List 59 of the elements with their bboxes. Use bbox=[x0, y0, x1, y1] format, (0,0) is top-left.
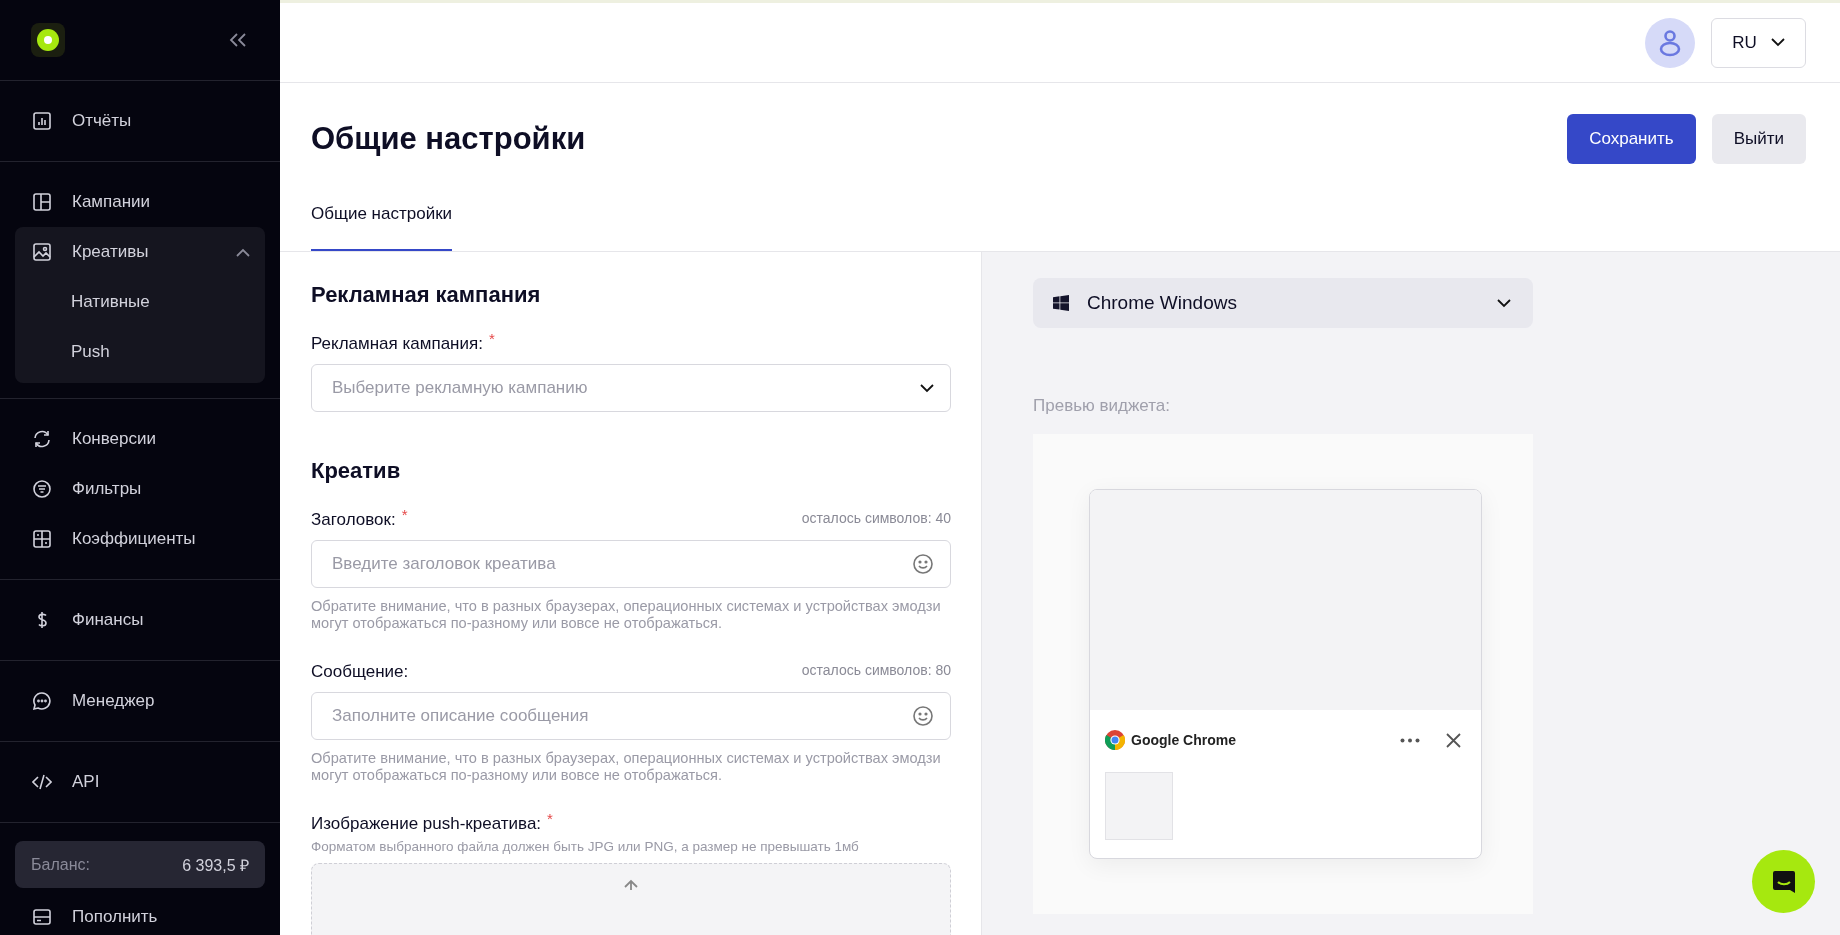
close-icon[interactable] bbox=[1446, 732, 1461, 748]
more-icon[interactable] bbox=[1400, 737, 1420, 743]
required-mark: * bbox=[547, 810, 553, 827]
character-counter: осталось символов: 80 bbox=[801, 662, 951, 678]
icon-placeholder bbox=[1105, 772, 1173, 840]
field-label: Изображение push-креатива: bbox=[311, 814, 542, 834]
chrome-icon bbox=[1105, 730, 1125, 750]
nav-item[interactable]: Креативы bbox=[15, 227, 265, 277]
field-hint: Обратите внимание, что в разных браузерах, операционных системах и устройствах эмодзи могут отображаться по-разному или вовсе не отображаться. bbox=[311, 598, 942, 632]
collapse-icon[interactable] bbox=[228, 32, 248, 48]
balance-label: Баланс: bbox=[31, 855, 90, 874]
refresh-icon bbox=[32, 429, 52, 449]
chevron-icon bbox=[1497, 298, 1511, 308]
emoji-icon[interactable] bbox=[912, 553, 934, 575]
avatar-icon[interactable] bbox=[1645, 17, 1695, 68]
nav-item[interactable]: Кампании bbox=[0, 177, 280, 227]
nav-item[interactable]: Фильтры bbox=[0, 464, 280, 514]
nav-subitem[interactable]: Push bbox=[15, 327, 265, 377]
field-label: Сообщение: bbox=[311, 662, 409, 682]
chevron-icon bbox=[920, 383, 934, 393]
grid-icon bbox=[32, 529, 52, 549]
chat-icon bbox=[32, 691, 52, 711]
nav-item[interactable]: Отчёты bbox=[0, 96, 280, 146]
field-label: Заголовок: bbox=[311, 510, 396, 530]
nav-subitem[interactable]: Нативные bbox=[15, 277, 265, 327]
balance-value: 6 393,5 ₽ bbox=[182, 855, 249, 876]
character-counter: осталось символов: 40 bbox=[801, 510, 951, 526]
save-button[interactable]: Сохранить bbox=[1567, 114, 1696, 164]
chart-icon bbox=[32, 111, 52, 131]
platform-select[interactable]: Chrome Windows bbox=[1033, 278, 1533, 328]
field-hint: Форматом выбранного файла должен быть JPG или PNG, а размер не превышать 1мб bbox=[311, 838, 860, 855]
nav-item[interactable]: Конверсии bbox=[0, 414, 280, 464]
windows-icon bbox=[1053, 295, 1069, 311]
required-mark: * bbox=[488, 330, 495, 347]
logo-icon bbox=[31, 23, 65, 57]
code-icon bbox=[32, 772, 52, 792]
tab[interactable]: Общие настройки bbox=[311, 186, 453, 251]
emoji-icon[interactable] bbox=[912, 705, 934, 727]
page-title: Общие настройки bbox=[311, 121, 586, 157]
nav-item[interactable]: Финансы bbox=[0, 595, 280, 645]
browser-name: Google Chrome bbox=[1131, 732, 1237, 748]
filter-icon bbox=[32, 479, 52, 499]
nav-item[interactable]: Коэффициенты bbox=[0, 514, 280, 564]
section-heading: Рекламная кампания bbox=[311, 282, 542, 308]
exit-button[interactable]: Выйти bbox=[1711, 114, 1806, 164]
top-up-link[interactable]: Пополнить bbox=[0, 892, 280, 935]
image-icon bbox=[32, 242, 52, 262]
upload-icon bbox=[622, 878, 640, 890]
nav-item[interactable]: API bbox=[0, 757, 280, 807]
preview-label: Превью виджета: bbox=[1033, 396, 1171, 416]
section-heading: Креатив bbox=[311, 458, 402, 484]
required-mark: * bbox=[401, 506, 408, 523]
field-label: Рекламная кампания: bbox=[311, 334, 483, 354]
field-hint: Обратите внимание, что в разных браузерах, операционных системах и устройствах эмодзи могут отображаться по-разному или вовсе не отображаться. bbox=[311, 750, 942, 784]
chevron-icon bbox=[1770, 38, 1785, 47]
language-select[interactable]: RU bbox=[1711, 17, 1806, 68]
card-icon bbox=[32, 907, 52, 927]
layout-icon bbox=[32, 192, 52, 212]
nav-item[interactable]: Менеджер bbox=[0, 676, 280, 726]
